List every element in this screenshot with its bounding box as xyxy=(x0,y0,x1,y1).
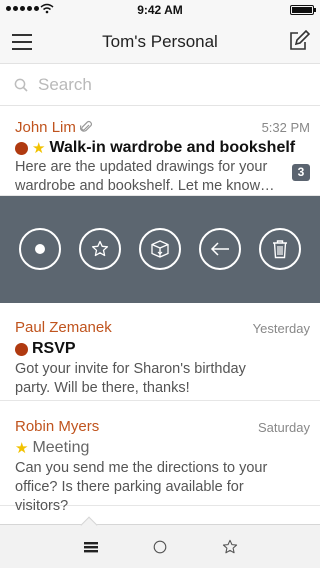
page-title: Tom's Personal xyxy=(102,32,218,51)
search-input[interactable] xyxy=(38,73,298,97)
clock: 9:42 AM xyxy=(137,3,183,17)
compose-icon[interactable] xyxy=(288,30,310,52)
message-row[interactable]: Robin Myers Saturday ★ Meeting Can you s… xyxy=(0,401,320,514)
star-icon: ★ xyxy=(32,139,46,157)
flag-dot-icon xyxy=(15,141,28,155)
message-sender: John Lim xyxy=(15,119,92,136)
message-row[interactable]: John Lim 5:32 PM ★ Walk-in wardrobe and … xyxy=(0,106,320,196)
message-date: 5:32 PM xyxy=(261,120,310,135)
message-subject: ★ Walk-in wardrobe and bookshelf xyxy=(15,139,295,157)
battery-icon xyxy=(290,5,316,15)
tab-unread[interactable] xyxy=(150,538,170,556)
message-subject: ★ Meeting xyxy=(15,439,89,457)
message-subject: RSVP xyxy=(15,340,76,358)
star-icon xyxy=(91,240,109,257)
paperclip-icon xyxy=(79,120,92,132)
thread-count-badge: 3 xyxy=(292,164,310,181)
search-bar xyxy=(0,64,320,106)
message-subject-text: Meeting xyxy=(32,439,90,456)
message-date: Saturday xyxy=(257,420,310,435)
message-preview: Can you send me the directions to your o… xyxy=(15,460,268,514)
archive-button[interactable] xyxy=(139,228,181,270)
message-subject-text: Walk-in wardrobe and bookshelf xyxy=(49,139,296,156)
search-icon xyxy=(14,78,28,92)
message-sender: Robin Myers xyxy=(15,418,100,435)
star-icon: ★ xyxy=(15,439,29,457)
trash-icon xyxy=(273,240,287,259)
message-preview: Got your invite for Sharon's birthday pa… xyxy=(15,361,246,396)
swipe-action-bar xyxy=(0,196,320,303)
delete-button[interactable] xyxy=(259,228,301,270)
circle-icon xyxy=(153,540,167,554)
tab-starred[interactable] xyxy=(220,538,240,556)
message-preview: Here are the updated drawings for your w… xyxy=(15,159,275,194)
message-date: Yesterday xyxy=(252,321,310,336)
message-row[interactable]: Paul Zemanek Yesterday RSVP Got your inv… xyxy=(0,303,320,401)
status-bar: 9:42 AM xyxy=(0,0,320,20)
archive-box-icon xyxy=(151,240,169,258)
tab-bar xyxy=(0,516,320,568)
message-sender: Paul Zemanek xyxy=(15,319,112,336)
message-subject-text: RSVP xyxy=(32,340,76,357)
mark-unread-button[interactable] xyxy=(19,228,61,270)
nav-bar: Tom's Personal xyxy=(0,20,320,64)
star-outline-icon xyxy=(222,539,238,554)
tab-inbox[interactable] xyxy=(81,538,101,556)
reply-button[interactable] xyxy=(199,228,241,270)
reply-arrow-icon xyxy=(210,242,229,256)
star-button[interactable] xyxy=(79,228,121,270)
mark-unread-icon xyxy=(35,244,45,254)
flag-dot-icon xyxy=(15,342,28,356)
inbox-list-icon xyxy=(84,542,98,553)
